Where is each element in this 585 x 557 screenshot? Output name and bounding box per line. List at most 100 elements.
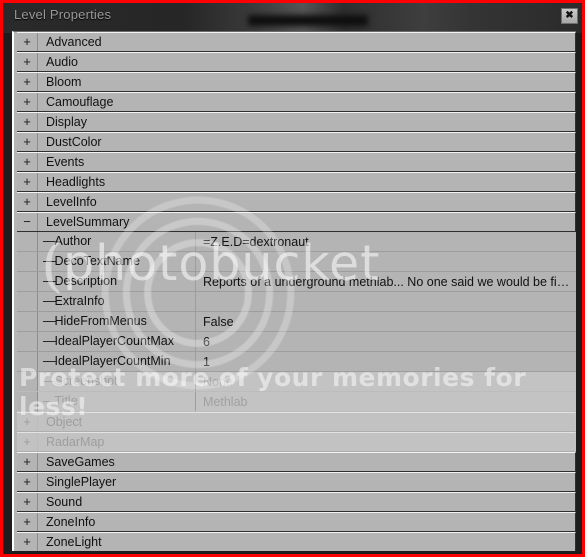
tree-gutter <box>17 372 38 391</box>
category-label: Object <box>46 415 83 429</box>
category-label: Display <box>46 115 87 129</box>
property-name-label: Screenshot <box>54 374 118 388</box>
category-row[interactable]: + Headlights <box>17 172 576 192</box>
property-name-label: HideFromMenus <box>54 314 147 328</box>
property-name-label: IdealPlayerCountMax <box>54 334 175 348</box>
window-title: Level Properties <box>14 7 112 22</box>
category-label: ZoneInfo <box>46 515 96 529</box>
category-label: DustColor <box>46 135 102 149</box>
category-row[interactable]: + ZoneInfo <box>17 512 576 532</box>
property-name-label: Title <box>54 394 78 408</box>
category-row[interactable]: + Advanced <box>17 32 576 52</box>
property-row[interactable]: —Screenshot None <box>17 372 576 392</box>
property-row[interactable]: —DecoTextName <box>17 252 576 272</box>
category-row[interactable]: − LevelSummary <box>17 212 576 232</box>
expand-icon[interactable]: + <box>17 473 38 491</box>
property-value[interactable]: 1 <box>196 355 576 369</box>
tree-gutter <box>17 252 38 271</box>
expand-icon[interactable]: + <box>17 513 38 531</box>
property-value[interactable]: 6 <box>196 335 576 349</box>
category-row[interactable]: + LevelInfo <box>17 192 576 212</box>
property-value[interactable]: None <box>196 375 576 389</box>
tree-gutter <box>17 312 38 331</box>
category-row[interactable]: + Sound <box>17 492 576 512</box>
expand-icon[interactable]: + <box>17 453 38 471</box>
tree-branch-icon: — <box>43 254 55 268</box>
property-name-label: ExtraInfo <box>54 294 105 308</box>
property-value[interactable]: Methlab <box>196 395 576 409</box>
category-label: SaveGames <box>46 455 115 469</box>
property-name: —IdealPlayerCountMin <box>38 352 196 371</box>
category-row[interactable]: + ZoneLight <box>17 532 576 551</box>
expand-icon[interactable]: + <box>17 93 38 111</box>
tree-branch-icon: — <box>43 334 55 348</box>
property-value[interactable]: False <box>196 315 576 329</box>
expand-icon[interactable]: + <box>17 413 38 431</box>
property-name-label: Author <box>54 234 92 248</box>
property-row[interactable]: —IdealPlayerCountMax 6 <box>17 332 576 352</box>
property-name: —Description <box>38 272 196 291</box>
property-row[interactable]: —ExtraInfo <box>17 292 576 312</box>
tree-branch-icon: — <box>43 274 55 288</box>
property-row[interactable]: —Author =Z.E.D=dextronaut <box>17 232 576 252</box>
expand-icon[interactable]: + <box>17 193 38 211</box>
tree-branch-icon: — <box>43 374 55 388</box>
property-row[interactable]: —HideFromMenus False <box>17 312 576 332</box>
tree-gutter <box>17 292 38 311</box>
property-grid: + Advanced + Audio + Bloom + Camouflage + Display… <box>12 31 576 551</box>
property-value[interactable]: Reports of a underground methlab... No o… <box>196 275 576 289</box>
expand-icon[interactable]: + <box>17 113 38 131</box>
category-row[interactable]: + RadarMap <box>17 432 576 452</box>
property-value[interactable]: =Z.E.D=dextronaut <box>196 235 576 249</box>
category-row[interactable]: + Camouflage <box>17 92 576 112</box>
expand-icon[interactable]: + <box>17 153 38 171</box>
expand-icon[interactable]: + <box>17 33 38 51</box>
expand-icon[interactable]: + <box>17 493 38 511</box>
tree-gutter <box>17 332 38 351</box>
category-label: Audio <box>46 55 78 69</box>
property-row[interactable]: —IdealPlayerCountMin 1 <box>17 352 576 372</box>
property-name-label: DecoTextName <box>54 254 140 268</box>
category-label: ZoneLight <box>46 535 102 549</box>
tree-branch-icon: — <box>43 294 55 308</box>
category-row[interactable]: + Display <box>17 112 576 132</box>
category-label: LevelInfo <box>46 195 97 209</box>
property-grid-rows: + Advanced + Audio + Bloom + Camouflage + Display… <box>17 32 576 551</box>
category-row[interactable]: + Events <box>17 152 576 172</box>
expand-icon[interactable]: + <box>17 173 38 191</box>
category-row[interactable]: + DustColor <box>17 132 576 152</box>
property-name: —Screenshot <box>38 372 196 391</box>
property-name-label: Description <box>54 274 118 288</box>
category-row[interactable]: + SinglePlayer <box>17 472 576 492</box>
property-name: —Title <box>38 392 196 411</box>
category-row[interactable]: + Object <box>17 412 576 432</box>
tree-gutter <box>17 272 38 291</box>
category-row[interactable]: + SaveGames <box>17 452 576 472</box>
tree-branch-icon: — <box>43 394 55 408</box>
category-label: Events <box>46 155 85 169</box>
expand-icon[interactable]: + <box>17 73 38 91</box>
property-name-label: IdealPlayerCountMin <box>54 354 171 368</box>
expand-icon[interactable]: + <box>17 433 38 451</box>
expand-icon[interactable]: + <box>17 133 38 151</box>
category-label: Headlights <box>46 175 106 189</box>
expand-icon[interactable]: + <box>17 53 38 71</box>
tree-gutter <box>17 392 38 411</box>
category-label: RadarMap <box>46 435 105 449</box>
category-label: LevelSummary <box>46 215 130 229</box>
property-name: —ExtraInfo <box>38 292 196 311</box>
category-row[interactable]: + Audio <box>17 52 576 72</box>
property-name: —IdealPlayerCountMax <box>38 332 196 351</box>
tree-gutter <box>17 352 38 371</box>
property-name: —DecoTextName <box>38 252 196 271</box>
category-label: Camouflage <box>46 95 114 109</box>
category-label: Advanced <box>46 35 102 49</box>
category-row[interactable]: + Bloom <box>17 72 576 92</box>
property-row[interactable]: —Title Methlab <box>17 392 576 412</box>
close-icon[interactable]: ✖ <box>561 8 578 24</box>
category-label: Sound <box>46 495 83 509</box>
category-label: SinglePlayer <box>46 475 117 489</box>
expand-icon[interactable]: + <box>17 533 38 551</box>
property-row[interactable]: —Description Reports of a underground met… <box>17 272 576 292</box>
collapse-icon[interactable]: − <box>17 213 38 231</box>
